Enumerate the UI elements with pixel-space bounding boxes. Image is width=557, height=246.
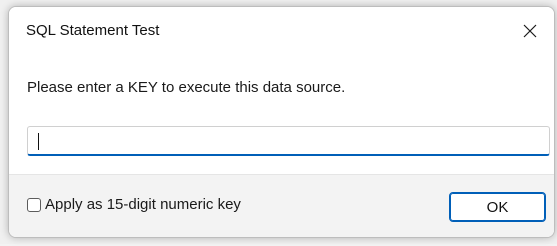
sql-statement-test-dialog: SQL Statement Test Please enter a KEY to… xyxy=(8,6,555,238)
dialog-titlebar: SQL Statement Test xyxy=(9,7,554,55)
numeric-key-checkbox[interactable] xyxy=(27,197,41,212)
dialog-footer: Apply as 15-digit numeric key OK xyxy=(9,174,554,237)
ok-button[interactable]: OK xyxy=(449,192,546,222)
prompt-text: Please enter a KEY to execute this data … xyxy=(27,79,346,96)
numeric-key-checkbox-row[interactable]: Apply as 15-digit numeric key xyxy=(27,196,241,213)
key-input[interactable] xyxy=(28,127,549,154)
key-input-container xyxy=(27,126,550,156)
dialog-title: SQL Statement Test xyxy=(26,22,160,39)
close-button[interactable] xyxy=(506,7,554,55)
close-icon xyxy=(523,24,537,38)
numeric-key-checkbox-label: Apply as 15-digit numeric key xyxy=(45,196,241,213)
text-caret xyxy=(38,133,39,150)
